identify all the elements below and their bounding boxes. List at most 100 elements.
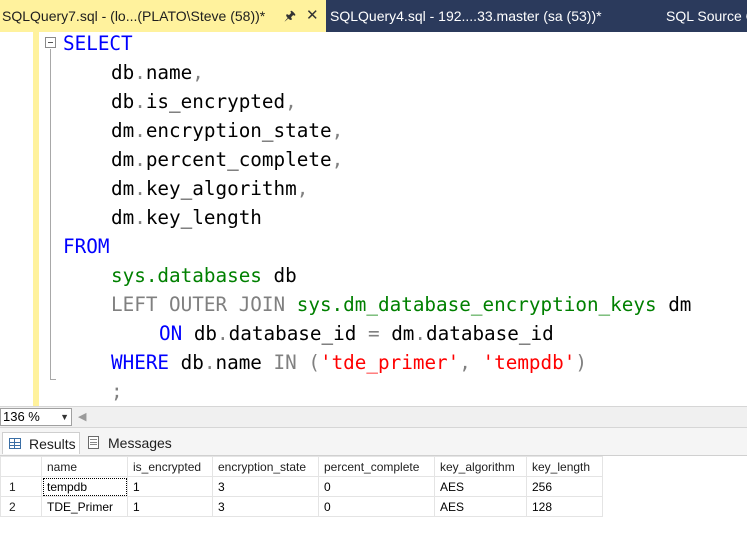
punctuation: . (134, 119, 146, 142)
column-header[interactable]: key_length (526, 456, 603, 477)
string-literal: 'tde_primer' (319, 351, 460, 374)
table-cell[interactable]: tempdb (41, 476, 128, 497)
table-cell[interactable]: 256 (526, 476, 603, 497)
column-header[interactable]: percent_complete (318, 456, 435, 477)
keyword: LEFT OUTER JOIN (111, 293, 286, 316)
punctuation: , (296, 177, 309, 200)
punctuation: , (192, 61, 204, 84)
table-cell[interactable]: 0 (318, 496, 435, 517)
table-cell[interactable]: 0 (318, 476, 435, 497)
code-line: FROM (63, 232, 109, 261)
column-header[interactable]: key_algorithm (434, 456, 527, 477)
grid-icon (9, 438, 21, 449)
code-line: sys.databases db (111, 261, 297, 290)
punctuation: . (134, 206, 146, 229)
code-line: LEFT OUTER JOIN sys.dm_database_encrypti… (111, 290, 691, 319)
identifier: key_length (145, 206, 262, 229)
row-number[interactable]: 1 (0, 476, 42, 497)
query-editor[interactable]: SELECT db.name, db.is_encrypted, dm.encr… (0, 32, 747, 406)
punctuation: . (134, 90, 146, 113)
identifier: dm (111, 177, 135, 200)
collapse-outline-icon[interactable] (45, 37, 56, 48)
code-line: dm.key_length (111, 203, 262, 232)
keyword: FROM (63, 235, 110, 258)
scroll-left-icon[interactable]: ◀ (78, 410, 86, 423)
tab-title: SQLQuery4.sql - 192....33.master (sa (53… (330, 8, 602, 24)
identifier: dm (656, 293, 692, 316)
identifier: dm (111, 148, 135, 171)
tab-title: SQLQuery7.sql - (lo...(PLATO\Steve (58))… (2, 8, 266, 24)
identifier: encryption_state (145, 119, 332, 142)
results-grid[interactable]: name is_encrypted encryption_state perce… (0, 456, 747, 538)
table-cell[interactable]: TDE_Primer (41, 496, 128, 517)
identifier: db (261, 264, 297, 287)
identifier: dm (111, 206, 135, 229)
table-cell[interactable]: 1 (127, 476, 213, 497)
code-line: db.is_encrypted, (111, 87, 297, 116)
identifier: database_id (426, 322, 554, 345)
code-line: WHERE db.name IN ('tde_primer', 'tempdb'… (111, 348, 587, 377)
table-row[interactable]: 2 TDE_Primer 1 3 0 AES 128 (0, 496, 603, 517)
system-object: sys.databases (111, 264, 262, 287)
identifier: dm (391, 322, 415, 345)
operator: = (356, 322, 392, 345)
operator: IN (261, 351, 309, 374)
punctuation: . (134, 61, 146, 84)
pin-icon[interactable]: 🖈 (284, 0, 296, 32)
system-object: sys.dm_database_encryption_keys (285, 293, 657, 316)
header-row: name is_encrypted encryption_state perce… (0, 456, 603, 477)
punctuation: . (134, 177, 146, 200)
identifier: is_encrypted (145, 90, 286, 113)
keyword: SELECT (63, 32, 133, 55)
row-number-header (0, 456, 42, 477)
identifier: percent_complete (145, 148, 332, 171)
keyword: WHERE (111, 351, 170, 374)
table-cell[interactable]: 1 (127, 496, 213, 517)
chevron-down-icon[interactable]: ▼ (60, 409, 69, 425)
column-header[interactable]: name (41, 456, 128, 477)
table-cell[interactable]: 3 (212, 496, 319, 517)
identifier: db (169, 351, 204, 374)
tab-messages[interactable]: Messages (82, 432, 174, 454)
tab-sql-source[interactable]: SQL Source C (666, 0, 747, 32)
change-tracking-bar (33, 32, 39, 406)
code-line: dm.percent_complete, (111, 145, 343, 174)
table-cell[interactable]: 3 (212, 476, 319, 497)
sql-code[interactable]: SELECT db.name, db.is_encrypted, dm.encr… (63, 32, 691, 403)
identifier: db (182, 322, 218, 345)
punctuation: ( (308, 351, 320, 374)
close-icon[interactable]: ✕ (306, 0, 319, 32)
string-literal: 'tempdb' (482, 351, 576, 374)
results-tab-strip: Results Messages (0, 428, 747, 456)
identifier: db (111, 90, 135, 113)
tab-label: Results (29, 436, 76, 452)
messages-icon (88, 436, 99, 449)
punctuation: , (331, 148, 344, 171)
document-tab-strip: SQLQuery7.sql - (lo...(PLATO\Steve (58))… (0, 0, 747, 32)
punctuation: , (285, 90, 297, 113)
punctuation: . (217, 322, 229, 345)
table-cell[interactable]: 128 (526, 496, 603, 517)
outline-guide-end (50, 379, 56, 380)
zoom-dropdown[interactable]: 136 % ▼ (0, 408, 72, 426)
outline-guide (50, 49, 51, 379)
tab-sqlquery7[interactable]: SQLQuery7.sql - (lo...(PLATO\Steve (58))… (0, 0, 326, 32)
tab-title: SQL Source C (666, 8, 747, 24)
row-number[interactable]: 2 (0, 496, 42, 517)
column-header[interactable]: is_encrypted (127, 456, 213, 477)
code-line: SELECT (63, 32, 133, 58)
table-cell[interactable]: AES (434, 476, 527, 497)
code-line: dm.encryption_state, (111, 116, 343, 145)
zoom-value: 136 % (3, 409, 40, 424)
table-cell[interactable]: AES (434, 496, 527, 517)
tab-sqlquery4[interactable]: SQLQuery4.sql - 192....33.master (sa (53… (330, 0, 602, 32)
punctuation: . (134, 148, 146, 171)
punctuation: ) (575, 351, 587, 374)
identifier: name (145, 61, 193, 84)
identifier: db (111, 61, 135, 84)
column-header[interactable]: encryption_state (212, 456, 319, 477)
table-row[interactable]: 1 tempdb 1 3 0 AES 256 (0, 476, 603, 497)
results-table: name is_encrypted encryption_state perce… (0, 456, 603, 517)
tab-results[interactable]: Results (2, 432, 80, 454)
line-gutter (0, 32, 34, 406)
